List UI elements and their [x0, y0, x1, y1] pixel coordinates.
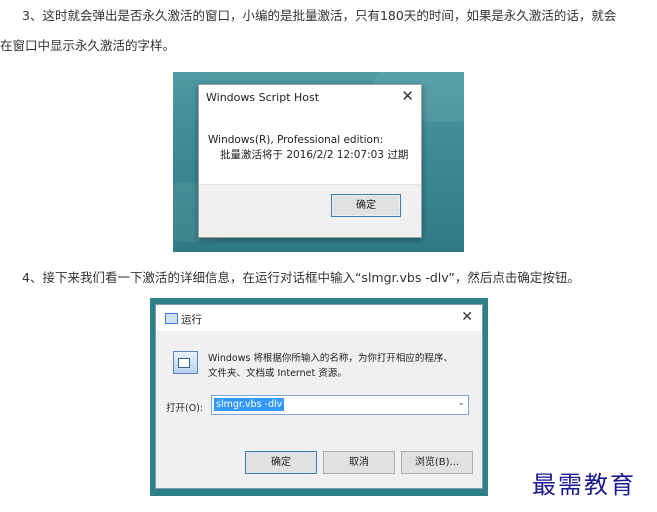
run-dialog: 运行 ✕ Windows 将根据你所输入的名称，为你打开相应的程序、 文件夹、文… — [155, 304, 483, 489]
open-input-value[interactable]: slmgr.vbs -dlv — [214, 398, 285, 411]
step3-line2: 在窗口中显示永久激活的字样。 — [0, 38, 176, 53]
description-line-2: 文件夹、文档或 Internet 资源。 — [208, 368, 347, 379]
dialog-title: 运行 — [181, 314, 202, 326]
ok-button[interactable]: 确定 — [245, 451, 317, 474]
open-combobox[interactable]: slmgr.vbs -dlv ⌄ — [211, 395, 469, 415]
chevron-down-icon[interactable]: ⌄ — [457, 398, 465, 408]
close-icon[interactable]: ✕ — [461, 309, 473, 325]
open-label: 打开(O): — [166, 403, 204, 414]
run-window-icon — [165, 313, 178, 324]
script-host-dialog: Windows Script Host ✕ Windows(R), Profes… — [198, 84, 422, 238]
run-dialog-screenshot: 运行 ✕ Windows 将根据你所输入的名称，为你打开相应的程序、 文件夹、文… — [150, 298, 488, 496]
message-line-1: Windows(R), Professional edition: — [208, 134, 384, 146]
ok-button[interactable]: 确定 — [331, 194, 401, 217]
step3-paragraph: 3、这时就会弹出是否永久激活的窗口，小编的是批量激活，只有180天的时间，如果是… — [0, 6, 657, 56]
message-line-2: 批量激活将于 2016/2/2 12:07:03 过期 — [220, 149, 409, 161]
watermark-logo: 最需教育 — [532, 471, 636, 499]
cancel-button[interactable]: 取消 — [323, 451, 395, 474]
close-icon[interactable]: ✕ — [401, 87, 414, 105]
dialog-title: Windows Script Host — [206, 91, 320, 104]
dialog-footer: 确定 — [199, 184, 421, 237]
script-host-screenshot: Windows Script Host ✕ Windows(R), Profes… — [173, 72, 464, 252]
step4-paragraph: 4、接下来我们看一下激活的详细信息，在运行对话框中输入“slmgr.vbs -d… — [22, 270, 580, 285]
run-description: Windows 将根据你所输入的名称，为你打开相应的程序、 文件夹、文档或 In… — [208, 351, 453, 381]
dialog-message: Windows(R), Professional edition: 批量激活将于… — [208, 133, 408, 163]
browse-button[interactable]: 浏览(B)... — [401, 451, 473, 474]
step3-line1: 3、这时就会弹出是否永久激活的窗口，小编的是批量激活，只有180天的时间，如果是… — [22, 8, 617, 23]
run-program-icon — [173, 351, 198, 374]
description-line-1: Windows 将根据你所输入的名称，为你打开相应的程序、 — [208, 353, 453, 364]
title-bar: 运行 ✕ — [156, 305, 482, 331]
